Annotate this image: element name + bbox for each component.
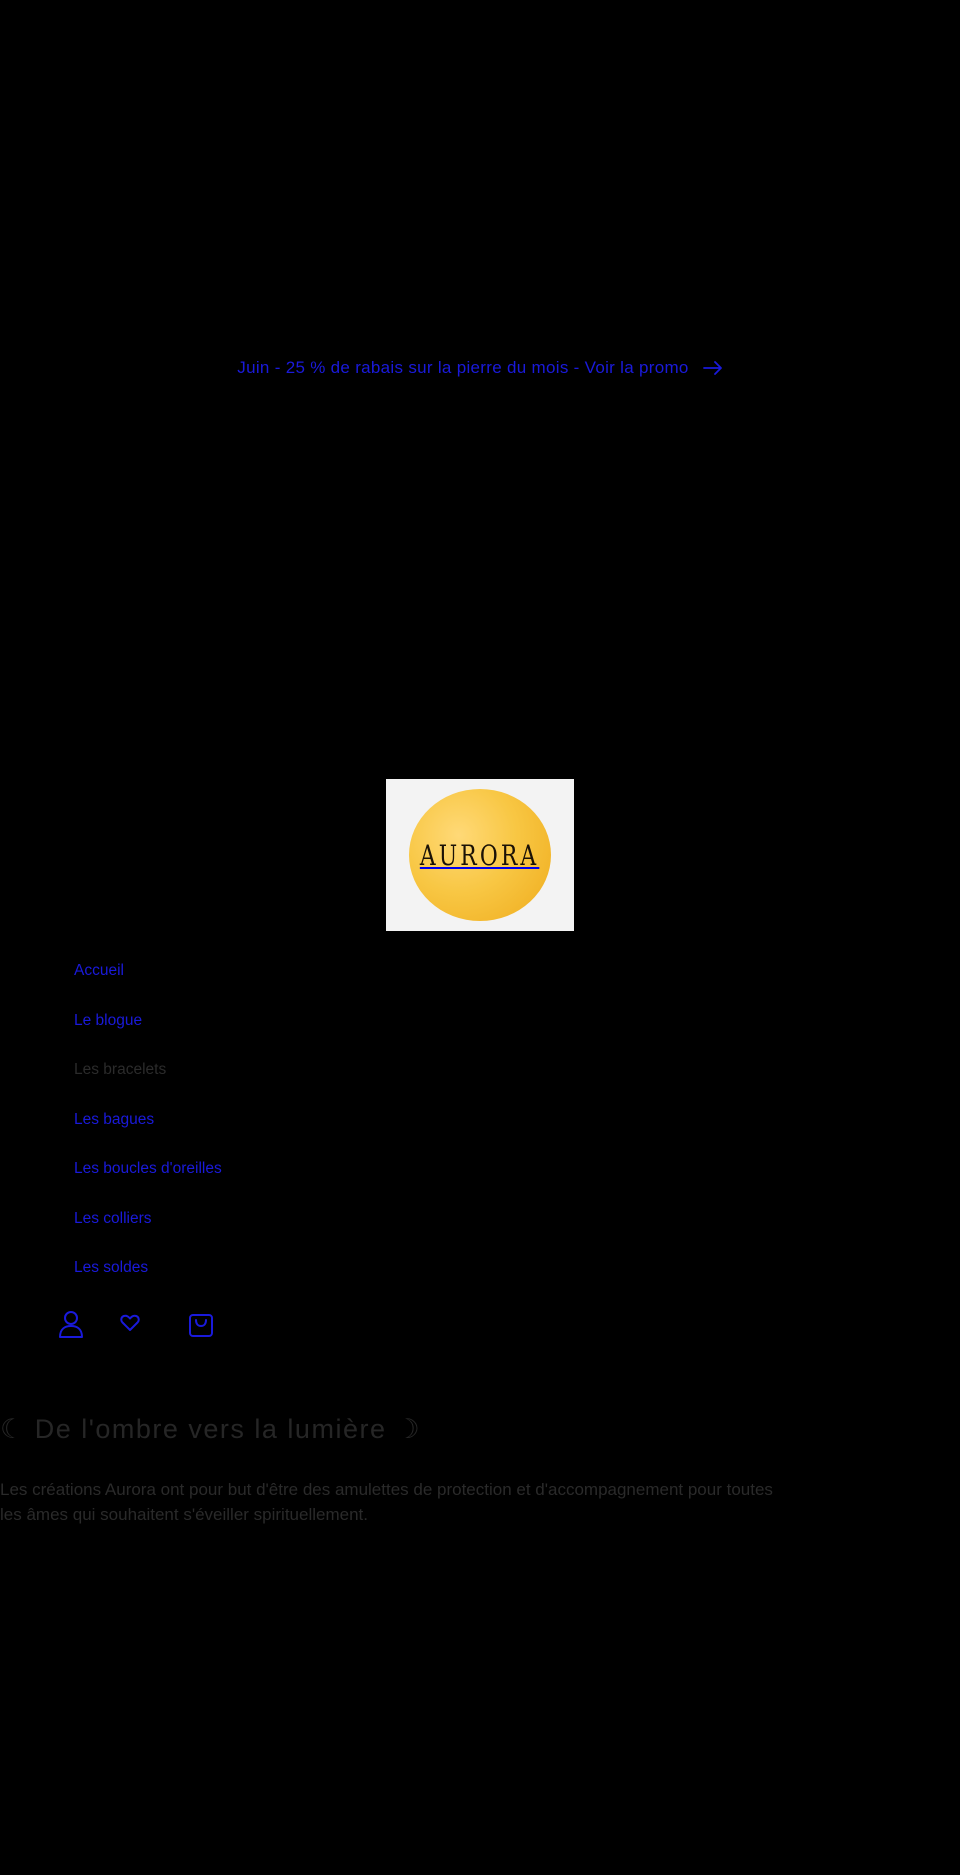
nav-item-bracelets: Les bracelets — [74, 1061, 222, 1111]
hero-description: Les créations Aurora ont pour but d'être… — [0, 1480, 773, 1524]
nav-link-soldes[interactable]: Les soldes — [74, 1259, 148, 1276]
nav-item-accueil: Accueil — [74, 962, 222, 1012]
arrow-right-icon — [702, 361, 723, 375]
announcement-link[interactable]: Juin - 25 % de rabais sur la pierre du m… — [237, 358, 722, 378]
cart-bag-icon[interactable] — [188, 1310, 214, 1343]
logo-sun-disc: AURORA — [409, 789, 551, 921]
site-logo[interactable]: AURORA — [386, 779, 574, 931]
nav-item-bagues: Les bagues — [74, 1111, 222, 1161]
hero-title: ☾ De l'ombre vers la lumière ☽ — [0, 1414, 422, 1444]
main-nav: Accueil Le blogue Les bracelets Les bagu… — [74, 962, 222, 1309]
logo-text: AURORA — [420, 838, 540, 872]
announcement-text: Juin - 25 % de rabais sur la pierre du m… — [237, 358, 689, 377]
announcement-bar: Juin - 25 % de rabais sur la pierre du m… — [0, 358, 960, 378]
nav-link-boucles[interactable]: Les boucles d'oreilles — [74, 1160, 222, 1177]
wishlist-heart-icon[interactable] — [120, 1314, 140, 1337]
nav-item-blogue: Le blogue — [74, 1012, 222, 1062]
nav-item-boucles: Les boucles d'oreilles — [74, 1160, 222, 1210]
nav-link-bagues[interactable]: Les bagues — [74, 1111, 154, 1128]
nav-link-bracelets[interactable]: Les bracelets — [74, 1061, 166, 1078]
nav-item-colliers: Les colliers — [74, 1210, 222, 1260]
account-icon[interactable] — [58, 1310, 84, 1343]
nav-link-colliers[interactable]: Les colliers — [74, 1210, 152, 1227]
nav-link-accueil[interactable]: Accueil — [74, 962, 124, 979]
page: Juin - 25 % de rabais sur la pierre du m… — [0, 0, 960, 1875]
nav-link-blogue[interactable]: Le blogue — [74, 1012, 142, 1029]
nav-item-soldes: Les soldes — [74, 1259, 222, 1309]
